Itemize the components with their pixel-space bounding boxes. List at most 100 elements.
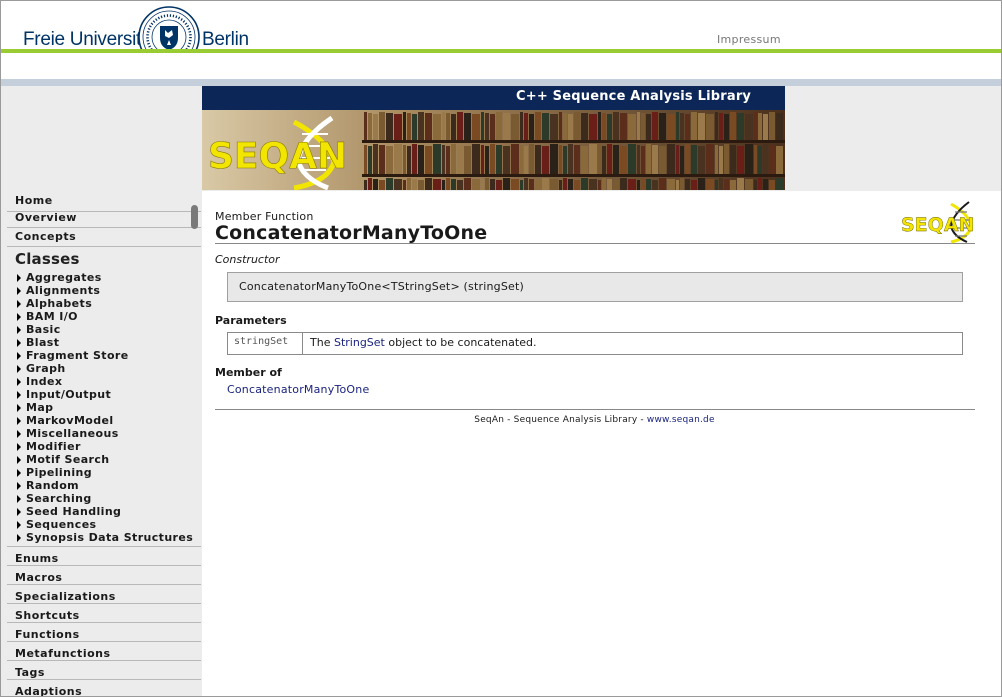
banner-title: C++ Sequence Analysis Library — [516, 89, 752, 104]
class-item-pipelining[interactable]: Pipelining — [17, 466, 92, 479]
impressum-link[interactable]: Impressum — [717, 33, 781, 46]
footer: SeqAn - Sequence Analysis Library - www.… — [202, 415, 987, 425]
nav-item-adaptions[interactable]: Adaptions — [15, 685, 82, 696]
expand-arrow-icon — [17, 521, 21, 529]
constructor-label: Constructor — [215, 253, 280, 266]
class-item-label: Index — [26, 375, 63, 388]
title-divider — [215, 243, 975, 244]
sidebar-nav: Home Overview Concepts Classes Aggregates Ali… — [7, 191, 201, 696]
class-item-label: Aggregates — [26, 271, 102, 284]
bookshelf-banner-image: SEQAN — [202, 110, 785, 190]
param-description: The StringSet object to be concatenated. — [310, 336, 536, 349]
class-item-label: Map — [26, 401, 54, 414]
class-item-miscellaneous[interactable]: Miscellaneous — [17, 427, 119, 440]
class-item-graph[interactable]: Graph — [17, 362, 66, 375]
class-item-fragment-store[interactable]: Fragment Store — [17, 349, 129, 362]
nav-divider — [7, 679, 201, 680]
class-item-blast[interactable]: Blast — [17, 336, 59, 349]
class-item-label: Input/Output — [26, 388, 112, 401]
class-item-bam-i-o[interactable]: BAM I/O — [17, 310, 78, 323]
class-item-label: Modifier — [26, 440, 81, 453]
svg-text:SEQAN: SEQAN — [901, 214, 974, 236]
class-item-seed-handling[interactable]: Seed Handling — [17, 505, 121, 518]
class-item-map[interactable]: Map — [17, 401, 53, 414]
class-item-label: Basic — [26, 323, 61, 336]
nav-item-macros[interactable]: Macros — [15, 571, 62, 584]
header-blue-stripe — [1, 79, 1001, 86]
parameters-heading: Parameters — [215, 314, 287, 327]
expand-arrow-icon — [17, 326, 21, 334]
nav-item-home[interactable]: Home — [15, 194, 53, 207]
class-item-sequences[interactable]: Sequences — [17, 518, 97, 531]
seqan-banner: C++ Sequence Analysis Library SEQAN — [202, 86, 785, 190]
param-name-cell: stringSet — [228, 333, 303, 354]
class-item-synopsis-data-structures[interactable]: Synopsis Data Structures — [17, 531, 193, 544]
expand-arrow-icon — [17, 287, 21, 295]
expand-arrow-icon — [17, 430, 21, 438]
nav-item-functions[interactable]: Functions — [15, 628, 80, 641]
sidebar-scrollbar-thumb[interactable] — [191, 205, 198, 229]
nav-divider — [7, 641, 201, 642]
class-item-index[interactable]: Index — [17, 375, 62, 388]
class-item-alignments[interactable]: Alignments — [17, 284, 100, 297]
class-item-alphabets[interactable]: Alphabets — [17, 297, 92, 310]
nav-item-enums[interactable]: Enums — [15, 552, 59, 565]
expand-arrow-icon — [17, 456, 21, 464]
nav-item-concepts[interactable]: Concepts — [15, 230, 76, 243]
nav-divider — [7, 211, 201, 212]
param-desc-suffix: object to be concatenated. — [384, 336, 537, 349]
nav-divider — [7, 660, 201, 661]
expand-arrow-icon — [17, 508, 21, 516]
signature-text: ConcatenatorManyToOne<TStringSet> (strin… — [239, 280, 524, 293]
footer-text: SeqAn - Sequence Analysis Library - — [474, 415, 647, 425]
fu-header: Freie Universität Berlin Impressum — [1, 1, 1001, 68]
class-item-modifier[interactable]: Modifier — [17, 440, 81, 453]
class-item-searching[interactable]: Searching — [17, 492, 92, 505]
expand-arrow-icon — [17, 443, 21, 451]
class-item-label: MarkovModel — [26, 414, 114, 427]
page-title: ConcatenatorManyToOne — [215, 222, 488, 244]
nav-item-specializations[interactable]: Specializations — [15, 590, 116, 603]
class-item-aggregates[interactable]: Aggregates — [17, 271, 102, 284]
seqan-small-logo: SEQAN — [901, 201, 974, 244]
class-item-input-output[interactable]: Input/Output — [17, 388, 111, 401]
class-item-label: Graph — [26, 362, 66, 375]
class-item-label: Pipelining — [26, 466, 93, 479]
banner-title-bar: C++ Sequence Analysis Library — [202, 86, 785, 110]
class-item-label: Searching — [26, 492, 92, 505]
member-of-heading: Member of — [215, 366, 282, 379]
nav-divider — [7, 622, 201, 623]
nav-divider — [7, 246, 201, 247]
class-item-label: Miscellaneous — [26, 427, 119, 440]
member-of-link[interactable]: ConcatenatorManyToOne — [227, 383, 369, 396]
expand-arrow-icon — [17, 352, 21, 360]
nav-item-metafunctions[interactable]: Metafunctions — [15, 647, 111, 660]
parameters-table: stringSet The StringSet object to be con… — [227, 332, 963, 355]
nav-item-tags[interactable]: Tags — [15, 666, 45, 679]
class-item-motif-search[interactable]: Motif Search — [17, 453, 110, 466]
nav-divider — [7, 584, 201, 585]
content-area: Member Function ConcatenatorManyToOne SE… — [202, 191, 1001, 696]
class-item-label: Alignments — [26, 284, 101, 297]
class-item-label: Sequences — [26, 518, 97, 531]
class-item-label: Synopsis Data Structures — [26, 531, 194, 544]
expand-arrow-icon — [17, 417, 21, 425]
footer-website-link[interactable]: www.seqan.de — [647, 415, 715, 425]
nav-divider — [7, 565, 201, 566]
signature-box: ConcatenatorManyToOne<TStringSet> (strin… — [227, 272, 963, 302]
expand-arrow-icon — [17, 274, 21, 282]
class-item-label: Fragment Store — [26, 349, 129, 362]
class-item-label: BAM I/O — [26, 310, 78, 323]
footer-divider — [215, 409, 975, 410]
expand-arrow-icon — [17, 391, 21, 399]
class-item-markovmodel[interactable]: MarkovModel — [17, 414, 114, 427]
class-item-label: Blast — [26, 336, 60, 349]
class-item-basic[interactable]: Basic — [17, 323, 61, 336]
class-item-label: Alphabets — [26, 297, 93, 310]
expand-arrow-icon — [17, 339, 21, 347]
nav-item-overview[interactable]: Overview — [15, 211, 77, 224]
stringset-link[interactable]: StringSet — [334, 336, 385, 349]
class-item-random[interactable]: Random — [17, 479, 79, 492]
nav-item-shortcuts[interactable]: Shortcuts — [15, 609, 80, 622]
class-item-label: Random — [26, 479, 80, 492]
